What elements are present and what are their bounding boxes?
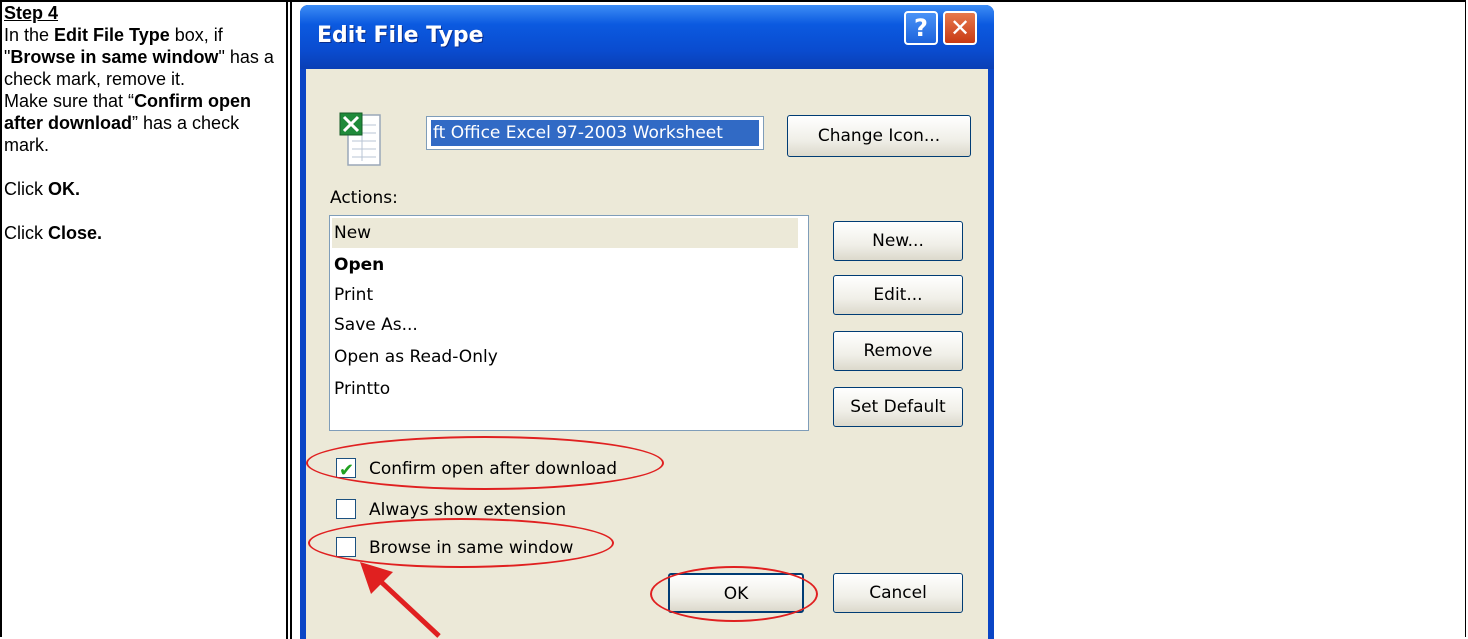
annotation-ellipse-browse-same-window xyxy=(308,518,614,568)
always-show-extension-checkbox[interactable] xyxy=(336,499,356,519)
file-type-description-field[interactable]: ft Office Excel 97-2003 Worksheet xyxy=(426,116,764,150)
action-item-open[interactable]: Open xyxy=(332,250,798,280)
cancel-button[interactable]: Cancel xyxy=(833,573,963,613)
instruction-paragraph-1: In the Edit File Type box, if "Browse in… xyxy=(4,25,274,89)
table-column-divider xyxy=(286,0,292,639)
help-button[interactable]: ? xyxy=(904,11,938,45)
action-item-save-as[interactable]: Save As... xyxy=(332,310,798,340)
dialog-title-bar[interactable]: Edit File Type ? ✕ xyxy=(300,5,994,69)
instruction-paragraph-2: Make sure that “Confirm open after downl… xyxy=(4,91,252,155)
set-default-button[interactable]: Set Default xyxy=(833,387,963,427)
edit-action-button[interactable]: Edit... xyxy=(833,275,963,315)
dialog-title: Edit File Type xyxy=(317,23,484,48)
red-arrow-icon xyxy=(360,562,441,638)
new-action-button[interactable]: New... xyxy=(833,221,963,261)
instruction-paragraph-3: Click OK. xyxy=(4,179,81,199)
file-type-description-value: ft Office Excel 97-2003 Worksheet xyxy=(431,120,759,146)
actions-label: Actions: xyxy=(330,188,398,208)
instruction-paragraph-4: Click Close. xyxy=(4,223,103,243)
action-item-open-read-only[interactable]: Open as Read-Only xyxy=(332,342,798,372)
excel-file-icon xyxy=(339,112,381,166)
annotation-ellipse-confirm-open xyxy=(306,436,664,490)
change-icon-button[interactable]: Change Icon... xyxy=(787,115,971,157)
action-item-printto[interactable]: Printto xyxy=(332,374,798,404)
action-item-new[interactable]: New xyxy=(332,218,798,248)
action-item-print[interactable]: Print xyxy=(332,280,798,310)
step-heading: Step 4 xyxy=(4,3,59,23)
remove-action-button[interactable]: Remove xyxy=(833,331,963,371)
actions-list[interactable]: New Open Print Save As... Open as Read-O… xyxy=(329,215,809,431)
instructions-cell: Step 4 In the Edit File Type box, if "Br… xyxy=(4,2,282,244)
annotation-ellipse-ok xyxy=(650,566,818,622)
close-button[interactable]: ✕ xyxy=(943,11,977,45)
